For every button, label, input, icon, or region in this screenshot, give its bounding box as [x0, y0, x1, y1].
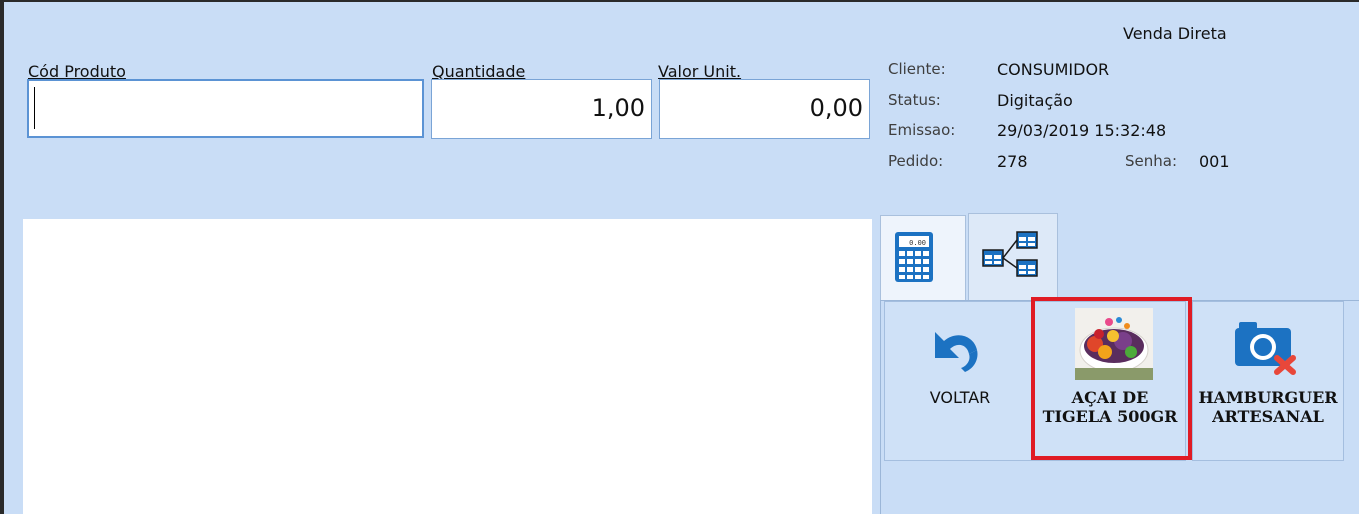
selection-highlight-box: [1031, 297, 1192, 460]
hamburguer-label-line2: ARTESANAL: [1212, 407, 1324, 426]
emissao-value: 29/03/2019 15:32:48: [997, 121, 1167, 140]
hamburguer-label-line1: HAMBURGUER: [1198, 388, 1338, 407]
quantidade-value: 1,00: [591, 94, 645, 122]
senha-value: 001: [1199, 152, 1230, 171]
calculator-display: 0.00: [909, 239, 926, 247]
status-value: Digitação: [997, 91, 1073, 110]
undo-arrow-icon: [935, 332, 978, 372]
cod-produto-input[interactable]: [27, 79, 424, 138]
tab-calculator[interactable]: 0.00: [880, 215, 966, 301]
venda-direta-window: Venda Direta Cód Produto Quantidade Valo…: [0, 0, 1359, 514]
cliente-label: Cliente:: [888, 60, 946, 78]
calculator-icon: 0.00: [895, 232, 933, 282]
status-label: Status:: [888, 91, 941, 109]
voltar-label: VOLTAR: [885, 388, 1035, 407]
window-title: Venda Direta: [1123, 24, 1227, 43]
tab-structure[interactable]: [968, 213, 1058, 301]
senha-label: Senha:: [1125, 152, 1178, 170]
valor-unit-value: 0,00: [809, 94, 863, 122]
emissao-label: Emissao:: [888, 121, 956, 139]
hamburguer-tile[interactable]: HAMBURGUER ARTESANAL: [1192, 301, 1344, 461]
pedido-label: Pedido:: [888, 152, 944, 170]
camera-missing-icon: [1235, 322, 1296, 375]
voltar-tile[interactable]: VOLTAR: [884, 301, 1036, 461]
hamburguer-label: HAMBURGUER ARTESANAL: [1193, 388, 1343, 426]
pedido-value: 278: [997, 152, 1028, 171]
cliente-value: CONSUMIDOR: [997, 60, 1110, 79]
product-tiles-panel: VOLTAR AÇAI DE TIGELA 500GR HAMBURGUER A…: [880, 297, 1359, 514]
quantidade-input[interactable]: 1,00: [431, 79, 652, 139]
table-tree-icon: [982, 231, 1038, 277]
items-list[interactable]: [23, 219, 872, 514]
voltar-label-line1: VOLTAR: [929, 388, 991, 407]
text-caret: [34, 87, 35, 129]
valor-unit-input[interactable]: 0,00: [659, 79, 870, 139]
